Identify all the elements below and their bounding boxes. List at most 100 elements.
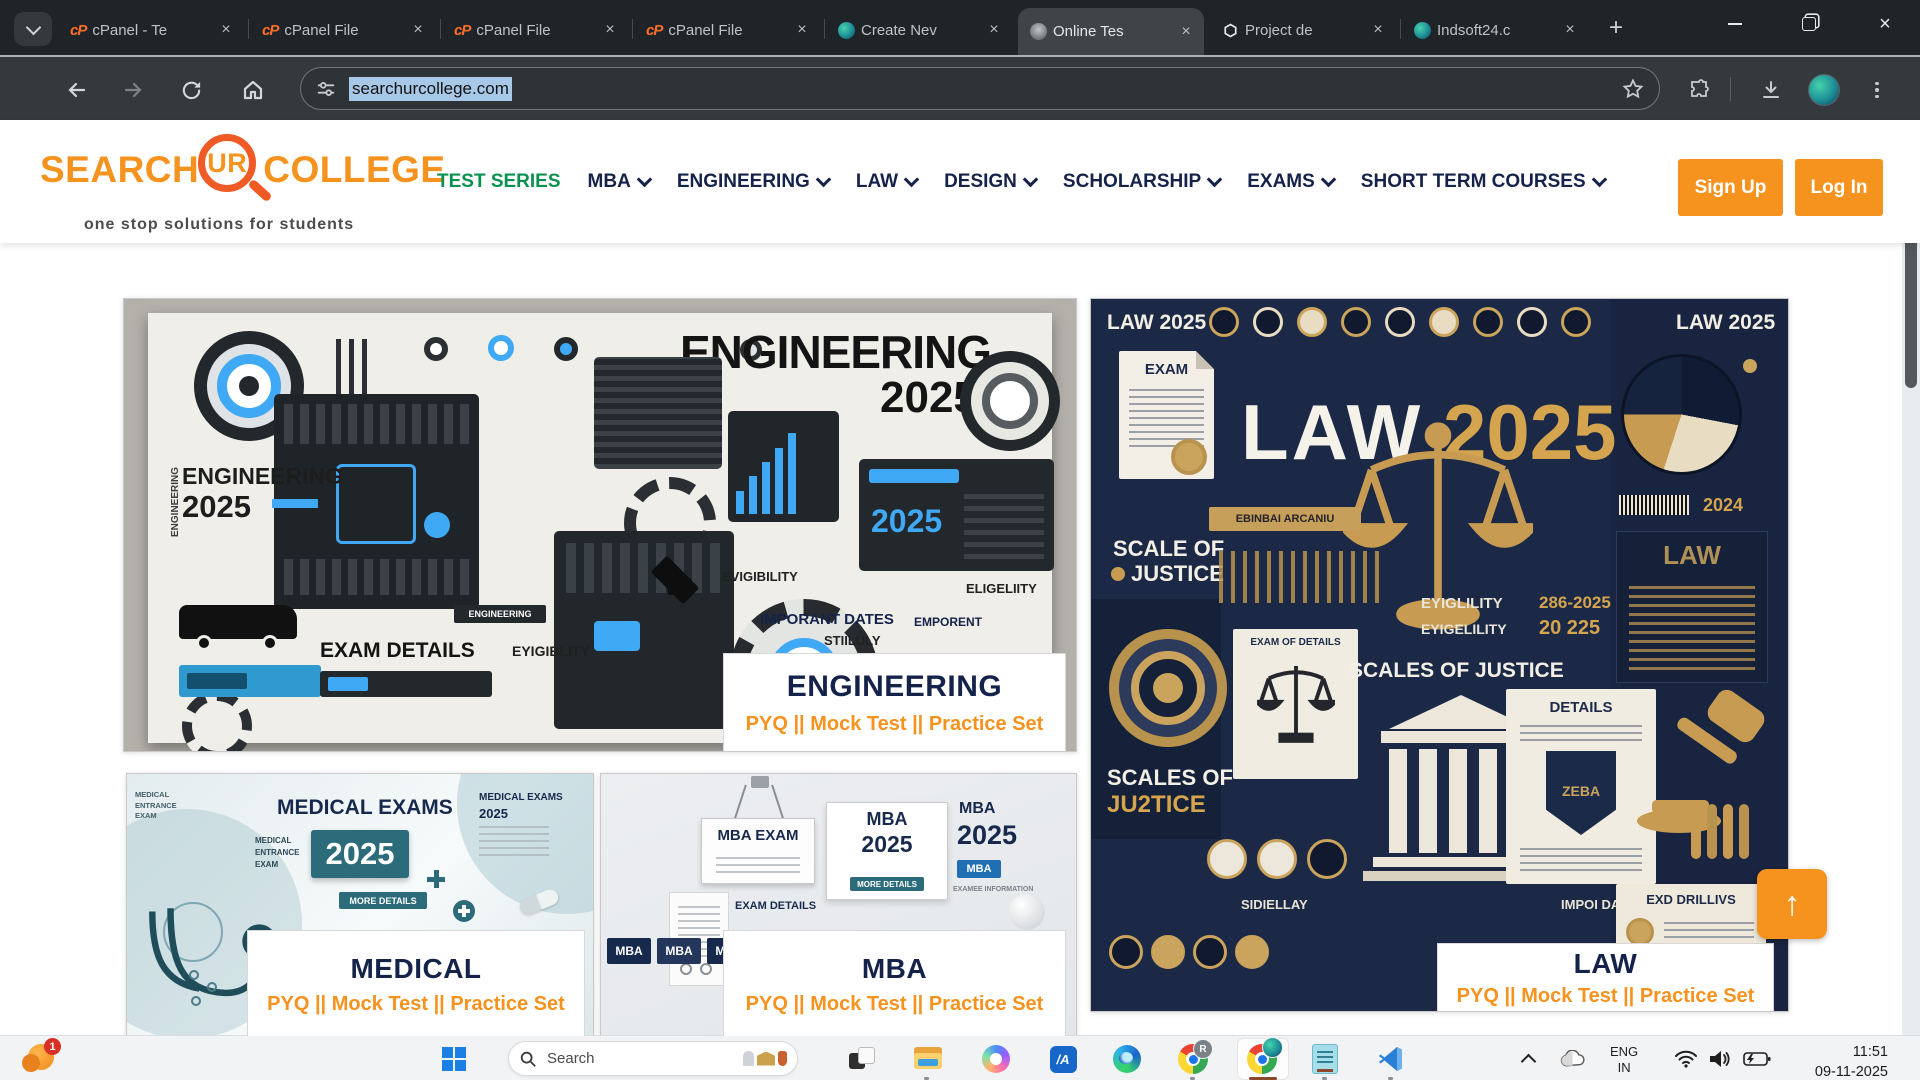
nav-scholarship[interactable]: SCHOLARSHIP <box>1063 171 1220 193</box>
nav-design[interactable]: DESIGN <box>944 171 1036 193</box>
start-button[interactable] <box>438 1043 470 1075</box>
copilot-button[interactable] <box>980 1043 1012 1075</box>
back-button[interactable] <box>62 75 92 105</box>
notification-blob2-icon <box>22 1054 40 1072</box>
nav-test-series[interactable]: TEST SERIES <box>437 171 561 193</box>
profile-badge: R <box>1193 1039 1213 1059</box>
med-stack1: MEDICAL <box>255 836 291 845</box>
chevron-up-icon <box>1520 1053 1536 1069</box>
law-corner-right: LAW 2025 <box>1676 311 1775 335</box>
coin-icon <box>1209 307 1239 337</box>
sign-up-button[interactable]: Sign Up <box>1678 159 1783 216</box>
circuit-panel <box>594 357 722 469</box>
reload-button[interactable] <box>176 75 206 105</box>
battery-button[interactable] <box>1740 1043 1772 1075</box>
med-stack3: EXAM <box>255 860 278 869</box>
coin-icon <box>1517 307 1547 337</box>
tab-close-icon[interactable]: × <box>600 20 620 40</box>
tab-cpanel-3[interactable]: cP cPanel File × <box>442 10 628 50</box>
tab-search-button[interactable] <box>14 12 52 46</box>
bar-chart-panel <box>728 411 839 522</box>
address-bar[interactable]: searchurcollege.com <box>300 67 1660 110</box>
bookmark-star-icon[interactable] <box>1621 77 1645 101</box>
engineering-card-label[interactable]: ENGINEERING PYQ || Mock Test || Practice… <box>723 653 1066 752</box>
onedrive-button[interactable] <box>1556 1043 1588 1075</box>
tab-close-icon[interactable]: × <box>1176 22 1196 42</box>
mba-exam-details: EXAM DETAILS <box>735 900 816 912</box>
medical-card[interactable]: MEDICAL ENTRANCE EXAM MEDICAL EXAMS MEDI… <box>126 773 594 1037</box>
tab-create-new[interactable]: Create Nev × <box>826 10 1012 50</box>
window-minimize-button[interactable] <box>1712 6 1758 42</box>
browser-menu-button[interactable] <box>1862 75 1892 105</box>
task-view-button[interactable] <box>845 1043 877 1075</box>
text-lines-decor <box>479 826 549 856</box>
vscode-button[interactable] <box>1375 1043 1407 1075</box>
chrome-active-button[interactable] <box>1246 1043 1278 1075</box>
test-tube-icon <box>1691 804 1701 859</box>
new-tab-button[interactable]: + <box>1600 13 1632 45</box>
tab-close-icon[interactable]: × <box>984 20 1004 40</box>
home-icon <box>241 78 265 102</box>
tab-project[interactable]: Project de × <box>1210 10 1396 50</box>
nav-exams[interactable]: EXAMS <box>1247 171 1334 193</box>
nav-short-term-courses[interactable]: SHORT TERM COURSES <box>1361 171 1605 193</box>
mba-center-board: MBA 2025 MORE DETAILS <box>826 802 948 900</box>
window-close-button[interactable]: × <box>1862 6 1908 42</box>
taskbar-clock[interactable]: 11:51 09-11-2025 <box>1782 1042 1888 1080</box>
forward-button[interactable] <box>118 75 148 105</box>
tab-cpanel-1[interactable]: cP cPanel - Te × <box>58 10 244 50</box>
tab-label: cPanel - Te <box>92 22 210 39</box>
window-restore-button[interactable] <box>1786 6 1832 42</box>
logo-ur-text: UR <box>207 148 247 179</box>
site-settings-icon <box>315 78 337 100</box>
card-subtitle[interactable]: PYQ || Mock Test || Practice Set <box>1457 985 1755 1008</box>
magnifier-logo-icon: UR <box>195 134 267 206</box>
tab-online-test-active[interactable]: Online Tes × <box>1018 8 1204 55</box>
card-subtitle[interactable]: PYQ || Mock Test || Practice Set <box>267 993 565 1016</box>
tab-cpanel-2[interactable]: cP cPanel File × <box>250 10 436 50</box>
nav-mba[interactable]: MBA <box>588 171 650 193</box>
card-subtitle[interactable]: PYQ || Mock Test || Practice Set <box>746 993 1044 1016</box>
taskbar-search[interactable]: Search <box>508 1041 798 1076</box>
url-text[interactable]: searchurcollege.com <box>349 77 512 101</box>
language-indicator[interactable]: ENGIN <box>1610 1044 1638 1077</box>
notepad-button[interactable] <box>1309 1043 1341 1075</box>
tab-label: Create Nev <box>861 22 978 39</box>
home-button[interactable] <box>238 75 268 105</box>
card-subtitle[interactable]: PYQ || Mock Test || Practice Set <box>746 713 1044 736</box>
file-explorer-icon <box>914 1047 942 1071</box>
tab-label: cPanel File <box>668 22 786 39</box>
tab-close-icon[interactable]: × <box>216 20 236 40</box>
law-elig1: EYIGLILITY <box>1421 595 1503 612</box>
download-icon <box>1759 78 1783 102</box>
mba-card-label[interactable]: MBA PYQ || Mock Test || Practice Set <box>723 930 1066 1037</box>
wifi-button[interactable] <box>1672 1043 1700 1075</box>
tray-expand-button[interactable] <box>1516 1043 1540 1075</box>
law-card[interactable]: LAW 2025 LAW 2025 EXAM LAW 2025 <box>1090 298 1789 1012</box>
volume-button[interactable] <box>1706 1043 1734 1075</box>
blue-chip <box>328 677 368 691</box>
downloads-button[interactable] <box>1756 75 1786 105</box>
file-explorer-button[interactable] <box>912 1043 944 1075</box>
profile-avatar[interactable] <box>1808 74 1840 106</box>
ia-app-icon: /A <box>1050 1046 1077 1073</box>
scroll-to-top-button[interactable]: ↑ <box>1757 869 1827 939</box>
medical-card-label[interactable]: MEDICAL PYQ || Mock Test || Practice Set <box>247 930 585 1037</box>
mba-card[interactable]: MBA EXAM MBA 2025 MORE DETAILS MBA 2025 … <box>600 773 1077 1037</box>
extensions-button[interactable] <box>1684 75 1714 105</box>
nav-engineering[interactable]: ENGINEERING <box>677 171 829 193</box>
chrome-profile-r-button[interactable]: R <box>1177 1043 1209 1075</box>
tab-close-icon[interactable]: × <box>792 20 812 40</box>
law-card-label[interactable]: LAW PYQ || Mock Test || Practice Set <box>1437 943 1774 1012</box>
tab-cpanel-4[interactable]: cP cPanel File × <box>634 10 820 50</box>
edge-button[interactable] <box>1111 1043 1143 1075</box>
ia-app-button[interactable]: /A <box>1047 1043 1079 1075</box>
tab-close-icon[interactable]: × <box>408 20 428 40</box>
tab-close-icon[interactable]: × <box>1560 20 1580 40</box>
tab-close-icon[interactable]: × <box>1368 20 1388 40</box>
engineering-card[interactable]: ENGINEERING 2025 2025 <box>123 298 1077 752</box>
log-in-button[interactable]: Log In <box>1795 159 1883 216</box>
nav-law[interactable]: LAW <box>856 171 917 193</box>
site-logo[interactable]: SEARCH UR COLLEGE <box>40 134 446 206</box>
tab-indsoft[interactable]: Indsoft24.c × <box>1402 10 1588 50</box>
